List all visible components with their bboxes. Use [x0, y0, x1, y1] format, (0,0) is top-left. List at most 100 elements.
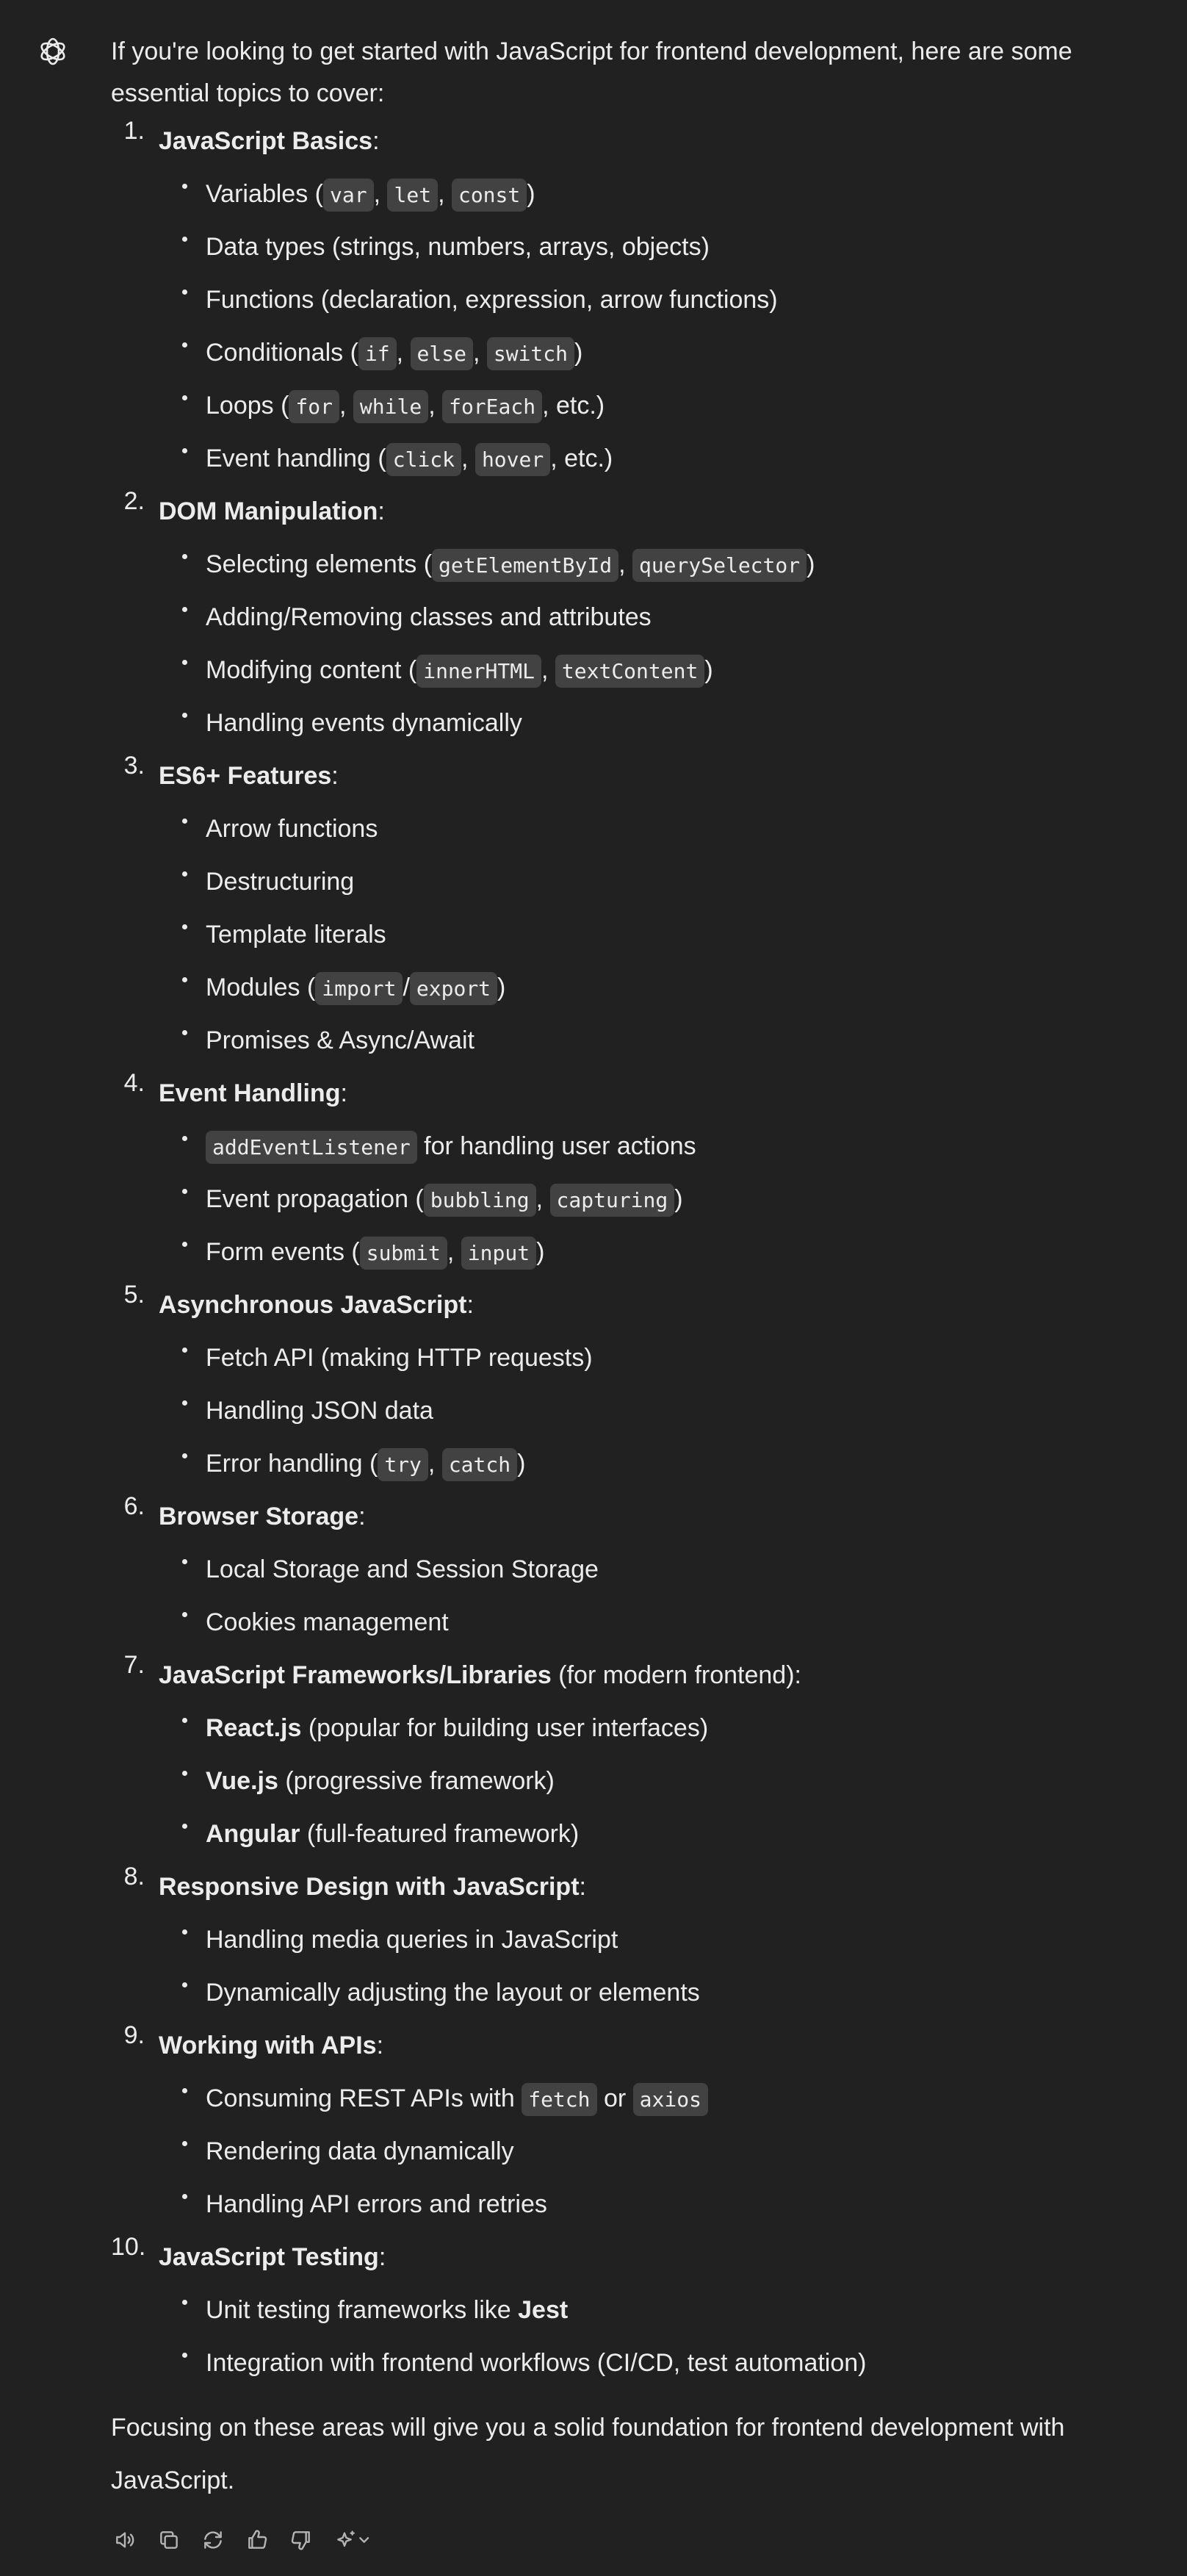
sparkle-model-icon	[337, 2530, 369, 2547]
bullet-dot-icon	[182, 184, 187, 189]
subtopic-list: Unit testing frameworks like Jest Integra…	[159, 2284, 1154, 2389]
subtopic-item: Modules (import / export)	[159, 961, 1154, 1014]
regenerate-button[interactable]	[199, 2526, 227, 2554]
subtopic-text: ,	[541, 656, 555, 684]
subtopic-item: Selecting elements (getElementById, quer…	[159, 538, 1154, 591]
subtopic-item: Local Storage and Session Storage	[159, 1543, 1154, 1596]
thumbs-down-icon	[291, 2531, 310, 2550]
inline-code: axios	[632, 2083, 708, 2116]
subtopic-text: ,	[373, 180, 388, 208]
topic-item: 2. DOM Manipulation: Selecting elements (g…	[111, 485, 1154, 749]
topic-item: 9. Working with APIs: Consuming REST APIs …	[111, 2019, 1154, 2231]
subtopic-text: Selecting elements (	[206, 550, 433, 578]
topic-title: Working with APIs	[159, 2032, 377, 2059]
subtopic-item: Destructuring	[159, 855, 1154, 908]
subtopic-text: Form events (	[206, 1238, 360, 1266]
bullet-dot-icon	[182, 1348, 187, 1353]
inline-code: if	[358, 337, 397, 370]
bullet-dot-icon	[182, 924, 187, 929]
subtopic-text: )	[527, 180, 535, 208]
message-actions	[111, 2522, 375, 2558]
subtopic-item: Angular (full-featured framework)	[159, 1807, 1154, 1860]
topic-heading: Event Handling:	[159, 1079, 347, 1107]
bold-text: React.js	[206, 1714, 302, 1742]
bullet-dot-icon	[182, 660, 187, 665]
topic-heading: JavaScript Testing:	[159, 2243, 386, 2271]
inline-code: forEach	[442, 390, 543, 423]
bullet-dot-icon	[182, 871, 187, 877]
thumbs-down-button[interactable]	[287, 2526, 315, 2554]
read-aloud-icon	[116, 2532, 134, 2548]
subtopic-text: )	[497, 974, 506, 1001]
subtopic-item: Loops (for, while, forEach, etc.)	[159, 379, 1154, 432]
bullet-dot-icon	[182, 448, 187, 453]
subtopic-text: Unit testing frameworks like	[206, 2296, 519, 2324]
inline-code: var	[323, 179, 374, 212]
subtopic-list: Consuming REST APIs with fetch or axios R…	[159, 2072, 1154, 2231]
subtopic-text: ,	[618, 550, 632, 578]
subtopic-list: addEventListener for handling user actio…	[159, 1120, 1154, 1278]
subtopic-text: )	[704, 656, 713, 684]
model-switcher-button[interactable]	[331, 2526, 375, 2554]
subtopic-item: Arrow functions	[159, 802, 1154, 855]
topic-heading: Working with APIs:	[159, 2032, 384, 2059]
bullet-dot-icon	[182, 2088, 187, 2093]
subtopic-text: Handling API errors and retries	[206, 2190, 547, 2218]
topic-item: 6. Browser Storage: Local Storage and Sess…	[111, 1490, 1154, 1649]
inline-code: for	[289, 390, 339, 423]
inline-code: while	[353, 390, 429, 423]
subtopic-item: Dynamically adjusting the layout or elem…	[159, 1966, 1154, 2019]
topic-item: 10. JavaScript Testing: Unit testing frame…	[111, 2231, 1154, 2389]
bullet-dot-icon	[182, 395, 187, 400]
subtopic-item: Handling JSON data	[159, 1384, 1154, 1437]
thumbs-up-icon	[248, 2530, 267, 2549]
topic-heading: JavaScript Frameworks/Libraries (for mod…	[159, 1661, 801, 1689]
subtopic-item: Vue.js (progressive framework)	[159, 1755, 1154, 1807]
subtopic-list: Arrow functions Destructuring Template lit…	[159, 802, 1154, 1067]
bold-text: Angular	[206, 1820, 300, 1848]
bullet-dot-icon	[182, 713, 187, 718]
topic-title: Event Handling	[159, 1079, 341, 1107]
chevron-down-icon	[359, 2537, 369, 2543]
subtopic-text: (popular for building user interfaces)	[301, 1714, 709, 1742]
subtopic-text: )	[807, 550, 815, 578]
inline-code: const	[451, 179, 527, 212]
bullet-dot-icon	[182, 1612, 187, 1617]
topic-item: 5. Asynchronous JavaScript: Fetch API (mak…	[111, 1278, 1154, 1490]
topic-item: 8. Responsive Design with JavaScript: Hand…	[111, 1860, 1154, 2019]
inline-code: try	[378, 1448, 428, 1481]
subtopic-item: Event handling (click, hover, etc.)	[159, 432, 1154, 485]
subtopic-text: Promises & Async/Await	[206, 1026, 475, 1054]
topic-item: 1. JavaScript Basics: Variables (var, let,…	[111, 115, 1154, 485]
subtopic-text: (full-featured framework)	[300, 1820, 580, 1848]
bullet-dot-icon	[182, 2141, 187, 2146]
subtopic-list: Variables (var, let, const) Data types (s…	[159, 168, 1154, 485]
inline-code: querySelector	[632, 549, 807, 582]
topic-item: 7. JavaScript Frameworks/Libraries (for m…	[111, 1649, 1154, 1860]
subtopic-item: Consuming REST APIs with fetch or axios	[159, 2072, 1154, 2125]
inline-code: innerHTML	[416, 655, 541, 688]
inline-code: textContent	[555, 655, 705, 688]
subtopic-text: Rendering data dynamically	[206, 2137, 514, 2165]
subtopic-item: Unit testing frameworks like Jest	[159, 2284, 1154, 2336]
topic-number: 8.	[123, 1863, 145, 1890]
intro-paragraph: If you're looking to get started with Ja…	[111, 37, 1072, 107]
subtopic-text: ,	[438, 180, 452, 208]
subtopic-item: Error handling (try, catch)	[159, 1437, 1154, 1490]
topic-title: JavaScript Testing	[159, 2243, 379, 2271]
thumbs-up-button[interactable]	[243, 2526, 271, 2554]
topic-number: 6.	[123, 1492, 145, 1520]
subtopic-text: ,	[427, 1450, 442, 1478]
inline-code: addEventListener	[206, 1131, 417, 1164]
topic-number: 1.	[123, 117, 145, 145]
subtopic-text: (progressive framework)	[278, 1767, 555, 1795]
bullet-dot-icon	[182, 1030, 187, 1035]
copy-button[interactable]	[155, 2526, 183, 2554]
read-aloud-button[interactable]	[111, 2526, 139, 2554]
subtopic-text: ,	[428, 392, 443, 420]
subtopic-item: Functions (declaration, expression, arro…	[159, 273, 1154, 326]
inline-code: bubbling	[423, 1184, 536, 1217]
subtopic-text: Variables (	[206, 180, 323, 208]
subtopic-item: Adding/Removing classes and attributes	[159, 591, 1154, 644]
subtopic-text: Handling events dynamically	[206, 709, 522, 737]
